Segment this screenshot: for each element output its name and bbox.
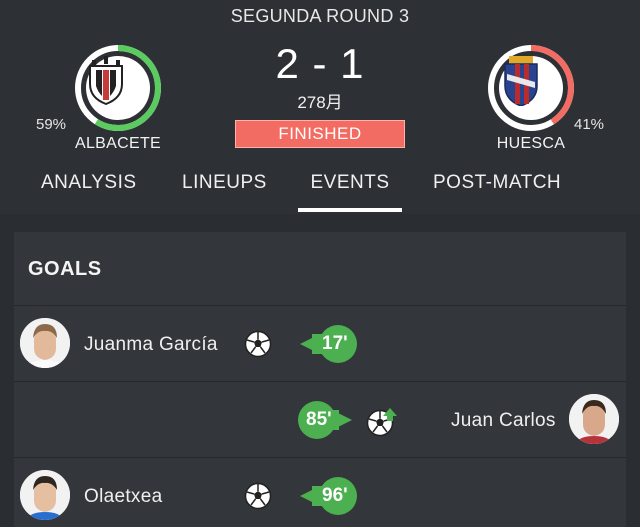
player-avatar[interactable] <box>20 470 70 520</box>
goal-event-row[interactable]: Olaetxea 96' <box>14 458 626 527</box>
goal-minute: 96' <box>322 485 348 506</box>
home-team-crest[interactable] <box>74 44 162 132</box>
player-name[interactable]: Juanma García <box>84 334 218 356</box>
match-tabs: ANALYSIS LINEUPS EVENTS POST-MATCH <box>0 170 640 214</box>
goals-title: GOALS <box>28 258 102 280</box>
goal-event-row[interactable]: Juanma García 17' <box>14 306 626 382</box>
albacete-logo <box>86 56 150 120</box>
soccer-ball-icon <box>244 330 272 358</box>
player-name[interactable]: Juan Carlos <box>451 410 556 432</box>
player-avatar[interactable] <box>20 318 70 368</box>
player-avatar[interactable] <box>569 394 619 444</box>
match-minute: 278月 <box>297 93 343 112</box>
goal-minute: 17' <box>322 333 348 354</box>
home-team-name[interactable]: ALBACETE <box>48 135 188 153</box>
match-header: SEGUNDA ROUND 3 59% ALBACETE 2 - 1 278月 … <box>0 0 640 214</box>
soccer-ball-own-goal-icon <box>366 406 397 437</box>
round-title: SEGUNDA ROUND 3 <box>230 6 410 26</box>
goal-minute: 85' <box>306 409 332 430</box>
goal-minute-badge: 96' <box>300 477 358 515</box>
goals-card: GOALS Juanma García 17' 85' Juan Carlos … <box>14 232 626 527</box>
tab-post-match[interactable]: POST-MATCH <box>433 170 561 214</box>
player-name[interactable]: Olaetxea <box>84 486 162 508</box>
away-team-name[interactable]: HUESCA <box>461 135 601 153</box>
soccer-ball-icon <box>244 482 272 510</box>
away-team-crest[interactable] <box>487 44 575 132</box>
huesca-logo <box>499 56 563 120</box>
home-possession: 59% <box>36 116 67 133</box>
match-score: 2 - 1 <box>275 40 365 87</box>
tab-lineups[interactable]: LINEUPS <box>182 170 267 214</box>
away-possession: 41% <box>574 116 605 133</box>
goal-event-row[interactable]: 85' Juan Carlos <box>14 382 626 458</box>
goal-minute-badge: 17' <box>300 325 358 363</box>
active-tab-indicator <box>298 208 402 212</box>
tab-analysis[interactable]: ANALYSIS <box>41 170 137 214</box>
goal-minute-badge: 85' <box>298 401 352 439</box>
goals-header: GOALS <box>14 232 626 306</box>
status-badge: FINISHED <box>235 120 405 148</box>
